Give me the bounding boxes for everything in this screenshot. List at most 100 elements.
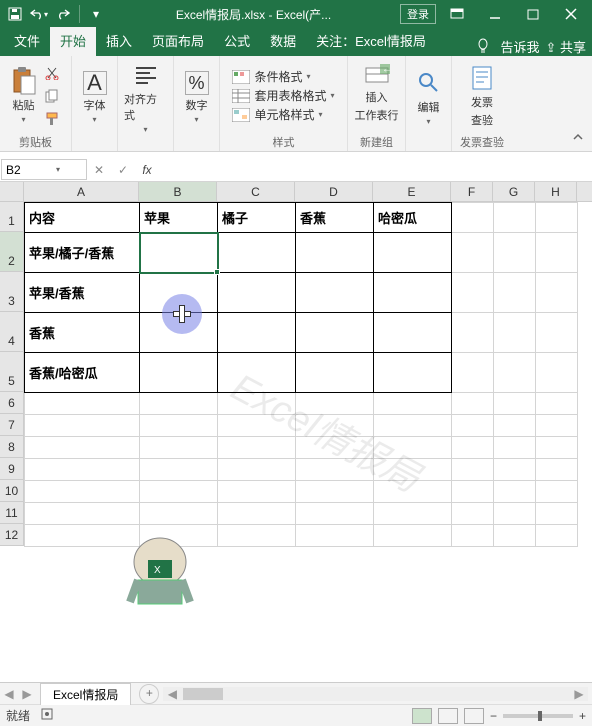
cell-A4[interactable]: 香蕉 xyxy=(25,313,140,353)
cell-C9[interactable] xyxy=(218,459,296,481)
undo-icon[interactable]: ▾ xyxy=(28,3,50,25)
cell-F10[interactable] xyxy=(452,481,494,503)
cell-B6[interactable] xyxy=(140,393,218,415)
table-format-button[interactable]: 套用表格格式 ▾ xyxy=(232,86,334,105)
sheet-nav-next-icon[interactable]: ▶ xyxy=(18,687,36,701)
cell-H9[interactable] xyxy=(536,459,578,481)
cell-D4[interactable] xyxy=(296,313,374,353)
conditional-format-button[interactable]: 条件格式 ▾ xyxy=(232,67,310,86)
cell-G3[interactable] xyxy=(494,273,536,313)
column-header-G[interactable]: G xyxy=(493,182,535,201)
cell-style-button[interactable]: 单元格样式 ▾ xyxy=(232,105,322,124)
cell-G10[interactable] xyxy=(494,481,536,503)
cell-D9[interactable] xyxy=(296,459,374,481)
row-header-3[interactable]: 3 xyxy=(0,272,23,312)
cell-H6[interactable] xyxy=(536,393,578,415)
cell-E2[interactable] xyxy=(374,233,452,273)
cell-E6[interactable] xyxy=(374,393,452,415)
tab-formulas[interactable]: 公式 xyxy=(214,27,260,56)
cell-F7[interactable] xyxy=(452,415,494,437)
name-box-input[interactable] xyxy=(6,163,56,177)
edit-button[interactable]: 编辑▾ xyxy=(415,69,443,126)
cell-G6[interactable] xyxy=(494,393,536,415)
name-box-dropdown-icon[interactable]: ▾ xyxy=(56,165,60,174)
cell-D5[interactable] xyxy=(296,353,374,393)
cell-D6[interactable] xyxy=(296,393,374,415)
cell-E12[interactable] xyxy=(374,525,452,547)
cell-C1[interactable]: 橘子 xyxy=(218,203,296,233)
cell-D2[interactable] xyxy=(296,233,374,273)
tab-layout[interactable]: 页面布局 xyxy=(142,27,214,56)
format-painter-icon[interactable] xyxy=(42,109,62,129)
cell-H2[interactable] xyxy=(536,233,578,273)
cell-G9[interactable] xyxy=(494,459,536,481)
login-button[interactable]: 登录 xyxy=(400,4,436,24)
cell-E3[interactable] xyxy=(374,273,452,313)
cell-A10[interactable] xyxy=(25,481,140,503)
cell-H7[interactable] xyxy=(536,415,578,437)
cell-H4[interactable] xyxy=(536,313,578,353)
cell-B10[interactable] xyxy=(140,481,218,503)
cell-A1[interactable]: 内容 xyxy=(25,203,140,233)
row-header-4[interactable]: 4 xyxy=(0,312,23,352)
column-header-D[interactable]: D xyxy=(295,182,373,201)
cell-B7[interactable] xyxy=(140,415,218,437)
cell-H5[interactable] xyxy=(536,353,578,393)
tab-insert[interactable]: 插入 xyxy=(96,27,142,56)
accept-formula-icon[interactable]: ✓ xyxy=(111,163,135,177)
row-header-9[interactable]: 9 xyxy=(0,458,23,480)
lightbulb-icon[interactable] xyxy=(476,38,494,56)
cell-G8[interactable] xyxy=(494,437,536,459)
cell-D12[interactable] xyxy=(296,525,374,547)
tab-home[interactable]: 开始 xyxy=(50,27,96,56)
select-all-corner[interactable] xyxy=(0,182,24,202)
cell-A5[interactable]: 香蕉/哈密瓜 xyxy=(25,353,140,393)
tab-data[interactable]: 数据 xyxy=(260,27,306,56)
cell-H10[interactable] xyxy=(536,481,578,503)
cell-E8[interactable] xyxy=(374,437,452,459)
column-header-H[interactable]: H xyxy=(535,182,577,201)
close-icon[interactable] xyxy=(554,3,588,25)
cell-C2[interactable] xyxy=(218,233,296,273)
cut-icon[interactable] xyxy=(42,63,62,83)
cell-E9[interactable] xyxy=(374,459,452,481)
row-header-11[interactable]: 11 xyxy=(0,502,23,524)
cell-D10[interactable] xyxy=(296,481,374,503)
cell-B2[interactable] xyxy=(140,233,218,273)
invoice-button[interactable]: 发票 查验 xyxy=(468,64,496,128)
cell-G1[interactable] xyxy=(494,203,536,233)
sheet-nav-prev-icon[interactable]: ◀ xyxy=(0,687,18,701)
minimize-icon[interactable] xyxy=(478,3,512,25)
sheet-tab[interactable]: Excel情报局 xyxy=(40,683,131,705)
cell-C11[interactable] xyxy=(218,503,296,525)
cell-H1[interactable] xyxy=(536,203,578,233)
cell-F12[interactable] xyxy=(452,525,494,547)
fill-handle[interactable] xyxy=(214,269,220,275)
row-header-10[interactable]: 10 xyxy=(0,480,23,502)
row-header-6[interactable]: 6 xyxy=(0,392,23,414)
cell-D8[interactable] xyxy=(296,437,374,459)
row-header-5[interactable]: 5 xyxy=(0,352,23,392)
cell-B11[interactable] xyxy=(140,503,218,525)
cell-E5[interactable] xyxy=(374,353,452,393)
column-header-C[interactable]: C xyxy=(217,182,295,201)
cell-C7[interactable] xyxy=(218,415,296,437)
qat-customize-icon[interactable]: ▾ xyxy=(85,3,107,25)
cell-F3[interactable] xyxy=(452,273,494,313)
cell-H11[interactable] xyxy=(536,503,578,525)
ribbon-options-icon[interactable] xyxy=(440,3,474,25)
cell-A2[interactable]: 苹果/橘子/香蕉 xyxy=(25,233,140,273)
formula-input[interactable] xyxy=(159,158,592,181)
tell-me-label[interactable]: 告诉我 xyxy=(500,37,539,56)
cell-C8[interactable] xyxy=(218,437,296,459)
cell-G12[interactable] xyxy=(494,525,536,547)
save-icon[interactable] xyxy=(4,3,26,25)
number-button[interactable]: % 数字▾ xyxy=(185,71,209,124)
cells-area[interactable]: 内容苹果橘子香蕉哈密瓜苹果/橘子/香蕉苹果/香蕉香蕉香蕉/哈密瓜 Excel情报… xyxy=(24,202,592,682)
cell-F5[interactable] xyxy=(452,353,494,393)
maximize-icon[interactable] xyxy=(516,3,550,25)
name-box[interactable]: ▾ xyxy=(1,159,87,180)
redo-icon[interactable] xyxy=(52,3,74,25)
cell-C12[interactable] xyxy=(218,525,296,547)
cell-H12[interactable] xyxy=(536,525,578,547)
